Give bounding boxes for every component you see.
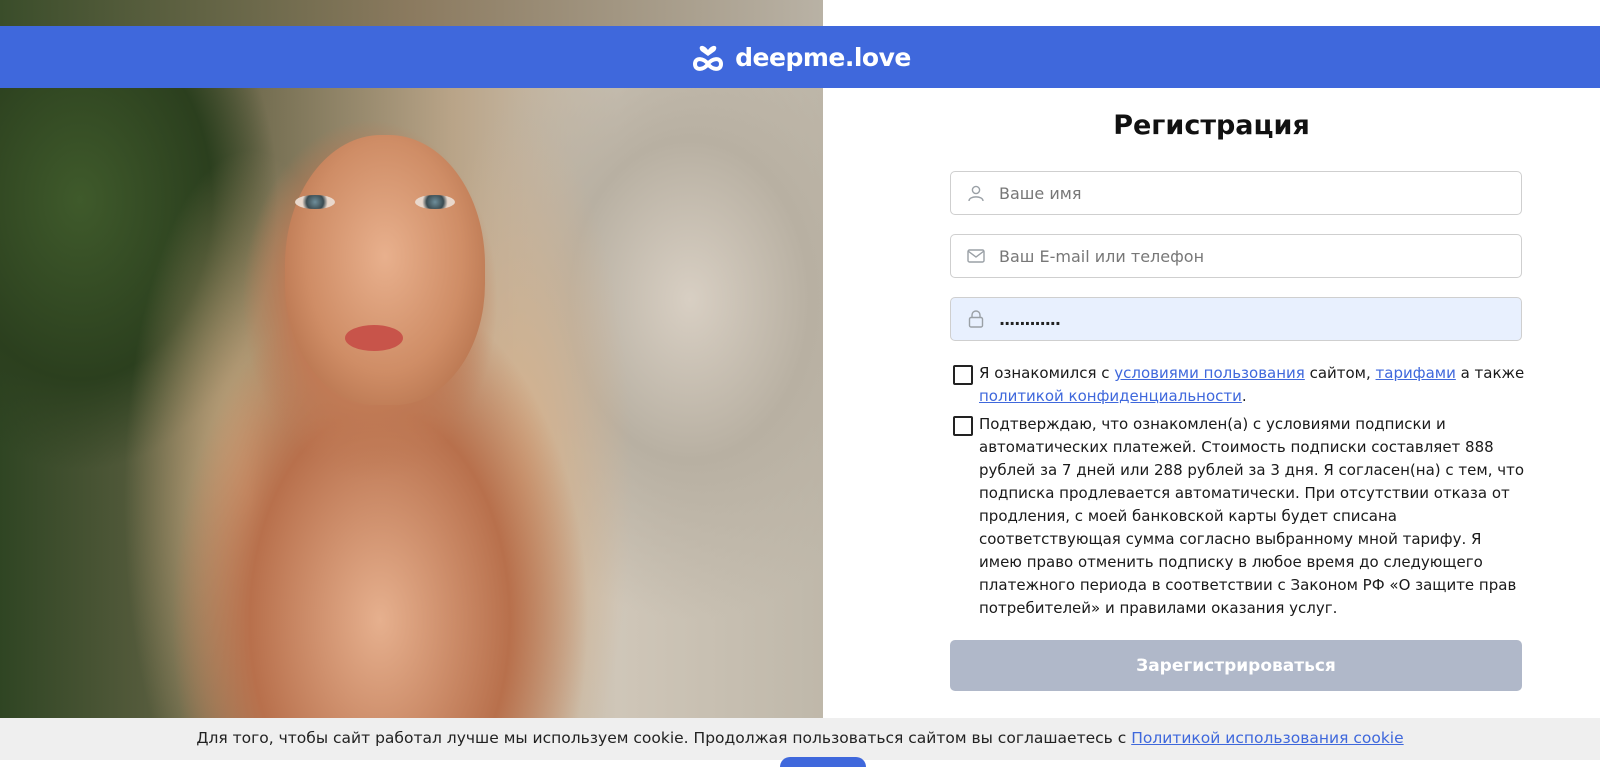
photo-lips [345, 325, 403, 351]
terms-consent-text: Я ознакомился с условиями пользования са… [979, 362, 1525, 408]
brand-name: deepme.love [735, 42, 911, 72]
terms-text-prefix: Я ознакомился с [979, 364, 1115, 382]
page-title: Регистрация [1113, 110, 1310, 141]
contact-input[interactable] [997, 245, 1521, 267]
terms-text-suffix: . [1241, 387, 1247, 405]
logo-link[interactable]: deepme.love [689, 36, 911, 79]
cookie-text: Для того, чтобы сайт работал лучше мы ис… [196, 729, 1132, 747]
password-field[interactable] [950, 297, 1522, 341]
user-icon [967, 184, 985, 202]
photo-eye-right [415, 195, 455, 209]
subscription-checkbox[interactable] [953, 416, 973, 436]
terms-checkbox[interactable] [953, 365, 973, 385]
cookie-accept-button[interactable] [780, 757, 866, 767]
name-input[interactable] [997, 182, 1521, 204]
name-field[interactable] [950, 171, 1522, 215]
photo-face [285, 135, 485, 405]
photo-eye-left [295, 195, 335, 209]
terms-consent-row: Я ознакомился с условиями пользования са… [953, 362, 1525, 408]
infinity-heart-logo-icon [689, 36, 727, 79]
privacy-policy-link[interactable]: политикой конфиденциальности [979, 387, 1242, 405]
hero-photo [0, 0, 823, 760]
envelope-icon [967, 247, 985, 265]
cookie-banner: Для того, чтобы сайт работал лучше мы ис… [0, 718, 1600, 760]
terms-of-use-link[interactable]: условиями пользования [1114, 364, 1305, 382]
terms-text-mid2: а также [1455, 364, 1525, 382]
cookie-policy-link[interactable]: Политикой использования cookie [1131, 729, 1403, 747]
contact-field[interactable] [950, 234, 1522, 278]
tariffs-link[interactable]: тарифами [1376, 364, 1456, 382]
subscription-consent-row: Подтверждаю, что ознакомлен(а) с условия… [953, 413, 1525, 620]
subscription-consent-text: Подтверждаю, что ознакомлен(а) с условия… [979, 415, 1525, 617]
terms-text-mid: сайтом, [1304, 364, 1376, 382]
site-header: deepme.love [0, 26, 1600, 88]
registration-form: Регистрация Я ознакомился с условиями по… [823, 88, 1600, 718]
header-top-spacer [823, 0, 1600, 26]
register-button[interactable]: Зарегистрироваться [950, 640, 1522, 691]
lock-icon [967, 310, 985, 328]
photo-top-strip [0, 0, 823, 26]
password-input[interactable] [997, 308, 1521, 330]
